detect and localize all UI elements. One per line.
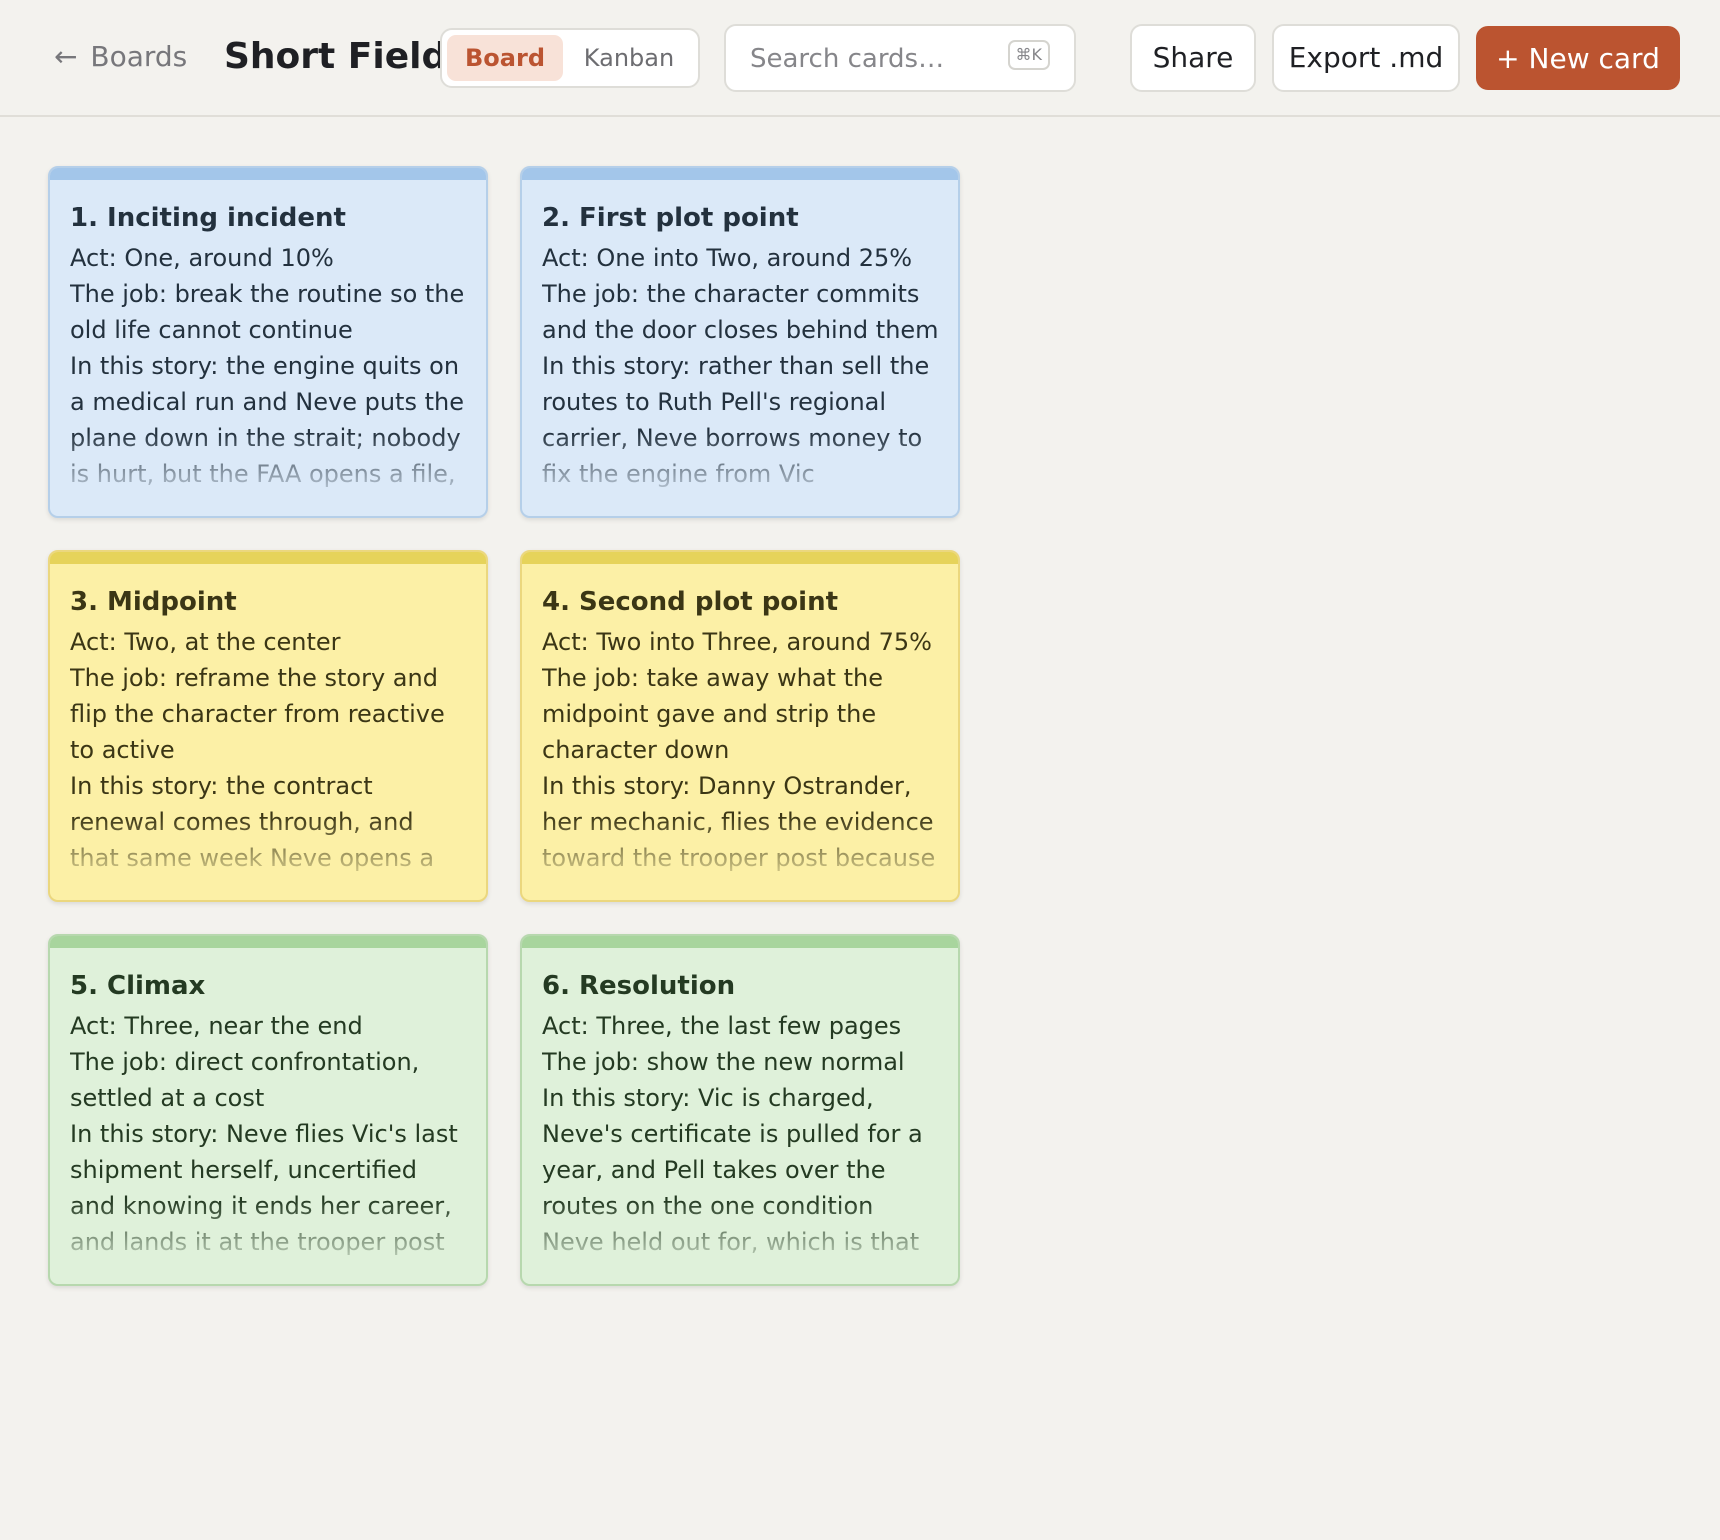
card-midpoint[interactable]: 3. Midpoint Act: Two, at the center The …	[48, 550, 488, 902]
card-title: 1. Inciting incident	[70, 203, 346, 233]
card-act: Act: One into Two, around 25%	[542, 244, 913, 272]
share-button[interactable]: Share	[1130, 24, 1256, 92]
card-color-stripe	[522, 552, 958, 564]
card-climax[interactable]: 5. Climax Act: Three, near the end The j…	[48, 934, 488, 1286]
card-act: Act: Three, the last few pages	[542, 1012, 902, 1040]
card-color-stripe	[50, 936, 486, 948]
card-title: 4. Second plot point	[542, 587, 839, 617]
card-body: 3. Midpoint Act: Two, at the center The …	[70, 584, 468, 876]
card-story: In this story: the engine quits on a med…	[70, 352, 464, 488]
tab-kanban[interactable]: Kanban	[567, 35, 691, 81]
card-second-plot-point[interactable]: 4. Second plot point Act: Two into Three…	[520, 550, 960, 902]
tab-board[interactable]: Board	[447, 35, 563, 81]
card-body: 6. Resolution Act: Three, the last few p…	[542, 968, 940, 1260]
card-first-plot-point[interactable]: 2. First plot point Act: One into Two, a…	[520, 166, 960, 518]
card-job: The job: take away what the midpoint gav…	[542, 664, 883, 764]
export-md-button[interactable]: Export .md	[1272, 24, 1460, 92]
card-act: Act: One, around 10%	[70, 244, 334, 272]
card-title: 2. First plot point	[542, 203, 799, 233]
keyboard-shortcut-badge: ⌘K	[1007, 40, 1050, 70]
card-color-stripe	[522, 936, 958, 948]
card-act: Act: Two into Three, around 75%	[542, 628, 932, 656]
card-inciting-incident[interactable]: 1. Inciting incident Act: One, around 10…	[48, 166, 488, 518]
card-title: 3. Midpoint	[70, 587, 237, 617]
card-body: 2. First plot point Act: One into Two, a…	[542, 200, 940, 492]
card-story: In this story: Neve flies Vic's last shi…	[70, 1120, 458, 1256]
page-title: Short Field	[224, 36, 448, 77]
card-color-stripe	[522, 168, 958, 180]
top-bar: ← Boards Short Field Board Kanban ⌘K Sha…	[0, 0, 1720, 117]
view-toggle: Board Kanban	[440, 28, 700, 88]
card-color-stripe	[50, 552, 486, 564]
arrow-left-icon: ←	[54, 40, 78, 73]
card-job: The job: the character commits and the d…	[542, 280, 939, 344]
card-job: The job: reframe the story and flip the …	[70, 664, 445, 764]
card-act: Act: Two, at the center	[70, 628, 341, 656]
card-act: Act: Three, near the end	[70, 1012, 363, 1040]
card-job: The job: direct confrontation, settled a…	[70, 1048, 420, 1112]
back-to-boards-link[interactable]: ← Boards	[54, 40, 187, 73]
card-story: In this story: the contract renewal come…	[70, 772, 435, 872]
card-job: The job: break the routine so the old li…	[70, 280, 465, 344]
new-card-button[interactable]: + New card	[1476, 26, 1680, 90]
card-story: In this story: rather than sell the rout…	[542, 352, 930, 488]
card-story: In this story: Danny Ostrander, her mech…	[542, 772, 936, 872]
card-job: The job: show the new normal	[542, 1048, 905, 1076]
card-body: 1. Inciting incident Act: One, around 10…	[70, 200, 468, 492]
card-color-stripe	[50, 168, 486, 180]
card-body: 5. Climax Act: Three, near the end The j…	[70, 968, 468, 1260]
back-link-label: Boards	[90, 40, 188, 73]
search-input[interactable]	[750, 40, 990, 78]
search-box: ⌘K	[724, 24, 1076, 92]
card-story: In this story: Vic is charged, Neve's ce…	[542, 1084, 923, 1256]
card-resolution[interactable]: 6. Resolution Act: Three, the last few p…	[520, 934, 960, 1286]
card-title: 6. Resolution	[542, 971, 736, 1001]
card-body: 4. Second plot point Act: Two into Three…	[542, 584, 940, 876]
card-title: 5. Climax	[70, 971, 206, 1001]
